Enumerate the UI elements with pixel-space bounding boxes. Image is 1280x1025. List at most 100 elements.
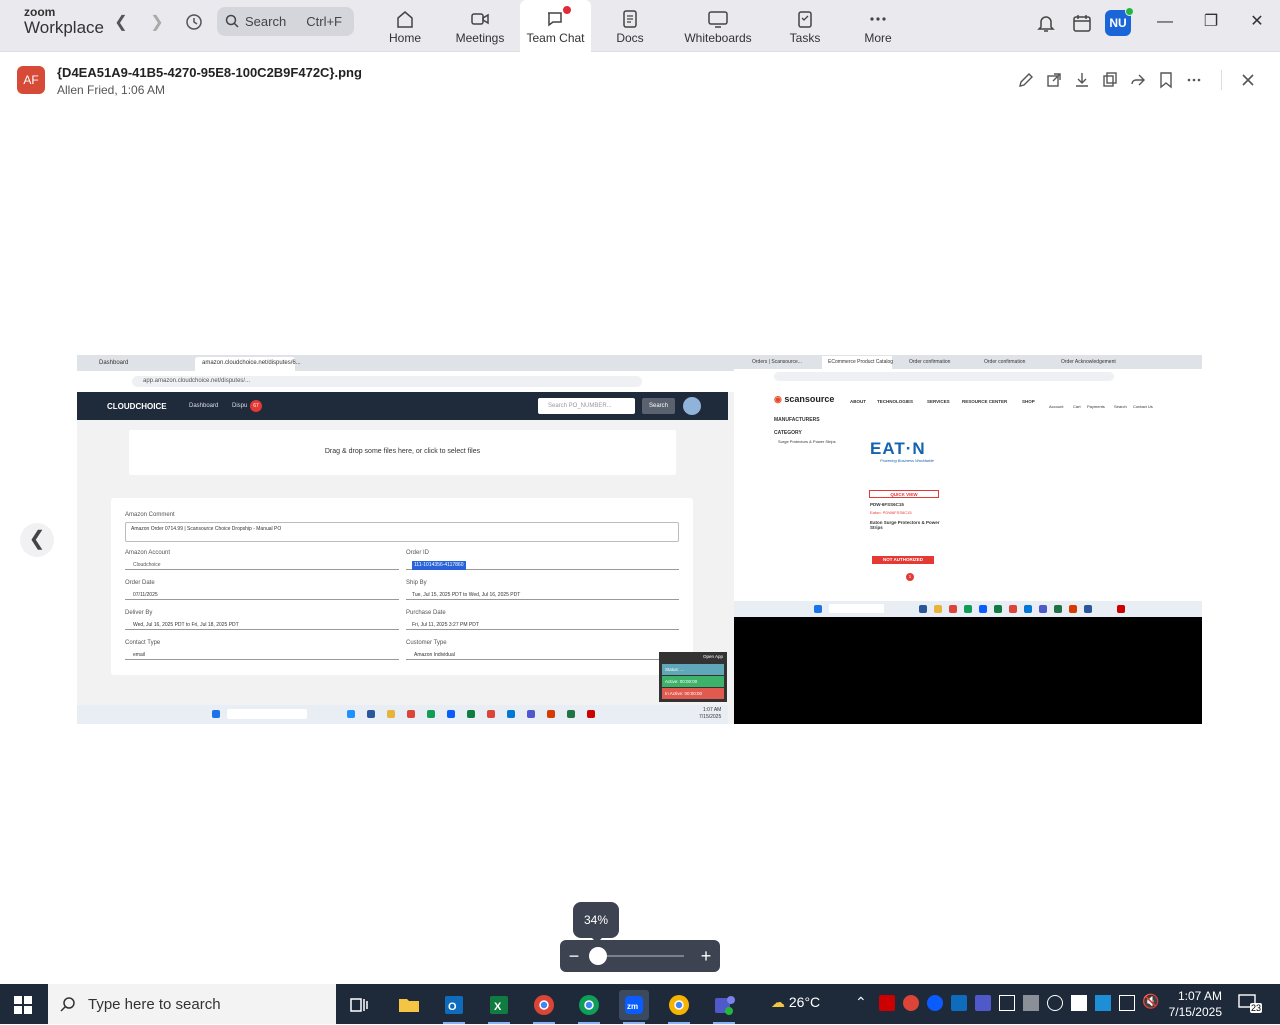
file-sender-time: Allen Fried, 1:06 AM — [57, 83, 166, 97]
right-browser-tabs: Orders | Scansource... ECommerce Product… — [734, 355, 1202, 369]
scansource-logo: ◉ scansource — [774, 394, 835, 404]
calendar-icon[interactable] — [1071, 12, 1093, 34]
task-view-icon[interactable] — [344, 990, 374, 1020]
cc-search-input: Search PO_NUMBER... — [538, 398, 635, 414]
search-box[interactable]: Search Ctrl+F — [217, 7, 354, 36]
back-arrow-icon[interactable]: ❮ — [110, 12, 132, 34]
chrome-tray-icon[interactable] — [903, 995, 919, 1011]
outlook-tray-icon[interactable] — [951, 995, 967, 1011]
weather-icon: ☁ — [771, 994, 785, 1010]
forward-arrow-icon[interactable]: ❯ — [146, 12, 168, 34]
teams-icon[interactable] — [709, 990, 739, 1024]
tray-chevron-icon[interactable]: ⌃ — [855, 994, 867, 1011]
network-off-tray-icon[interactable] — [1047, 995, 1063, 1011]
tab-team-chat[interactable]: Team Chat — [520, 0, 591, 52]
edit-icon[interactable] — [1017, 71, 1035, 89]
left-tab-1: Dashboard — [99, 360, 129, 366]
volume-muted-icon[interactable]: 🔇 — [1142, 993, 1159, 1010]
user-avatar[interactable]: NU — [1105, 7, 1134, 36]
copy-icon[interactable] — [1101, 71, 1119, 89]
svg-text:O: O — [448, 1001, 457, 1013]
windows-start-icon[interactable] — [14, 996, 32, 1014]
display-tray-icon[interactable] — [999, 995, 1015, 1011]
acrobat-tray-icon[interactable] — [879, 995, 895, 1011]
file-dropzone: Drag & drop some files here, or click to… — [129, 430, 676, 475]
chrome-profile-icon[interactable] — [574, 990, 604, 1024]
field-label-purchase-date: Purchase Date — [406, 610, 446, 616]
previous-image-button[interactable]: ❮ — [20, 523, 54, 557]
teams-tray-icon[interactable] — [975, 995, 991, 1011]
dispute-form-card: Amazon Comment Amazon Order 0714.99 | Sc… — [111, 498, 693, 675]
zoom-out-button[interactable]: − — [562, 944, 586, 968]
zoom-app-icon[interactable]: zm — [619, 990, 649, 1024]
pager-current: 1 — [906, 573, 914, 581]
zoom-slider-knob[interactable] — [588, 947, 607, 965]
zoom-tray-icon[interactable] — [927, 995, 943, 1011]
tab-meetings-label: Meetings — [455, 31, 505, 45]
image-viewer-header: AF {D4EA51A9-41B5-4270-95E8-100C2B9F472C… — [0, 52, 1280, 108]
tab-meetings[interactable]: Meetings — [450, 0, 510, 52]
tab-tasks[interactable]: Tasks — [784, 0, 826, 52]
tab-docs-label: Docs — [616, 31, 644, 45]
notification-center-icon[interactable]: 23 — [1238, 994, 1263, 1013]
download-icon[interactable] — [1073, 71, 1091, 89]
zoom-in-button[interactable]: + — [694, 944, 718, 968]
close-viewer-icon[interactable] — [1239, 71, 1257, 89]
file-explorer-icon[interactable] — [394, 990, 424, 1020]
excel-icon[interactable]: X — [484, 990, 514, 1024]
tab-home[interactable]: Home — [382, 0, 428, 52]
open-external-icon[interactable] — [1045, 71, 1063, 89]
chrome-work-icon[interactable] — [664, 990, 694, 1024]
search-label: Search — [245, 14, 287, 29]
tab-tasks-label: Tasks — [789, 31, 821, 45]
tab-more-label: More — [864, 31, 892, 45]
close-window-button[interactable]: ✕ — [1243, 10, 1271, 34]
cc-search-placeholder: Search PO_NUMBER... — [548, 403, 612, 409]
left-browser-tabs: Dashboard amazon.cloudchoice.net/dispute… — [77, 355, 734, 371]
cloudchoice-navbar: CLOUDCHOICE Dashboard Dispu 67 Search PO… — [77, 392, 728, 420]
image-preview[interactable]: Dashboard amazon.cloudchoice.net/dispute… — [77, 355, 1202, 724]
field-label-deliver-by: Deliver By — [125, 610, 153, 616]
taskbar-clock[interactable]: 1:07 AM 7/15/2025 — [1160, 988, 1222, 1020]
tab-whiteboards[interactable]: Whiteboards — [680, 0, 756, 52]
security-tray-icon[interactable] — [1023, 995, 1039, 1011]
bell-icon[interactable] — [1035, 12, 1057, 34]
field-value-ship-by: Tue, Jul 15, 2025 PDT to Wed, Jul 16, 20… — [412, 592, 521, 598]
field-value-contact-type: email — [133, 652, 145, 658]
sender-avatar[interactable]: AF — [17, 66, 45, 94]
network-tray-icon[interactable] — [1119, 995, 1135, 1011]
left-mini-taskbar: 1:07 AM 7/15/2025 — [77, 705, 728, 724]
field-value-deliver-by: Wed, Jul 16, 2025 PDT to Fri, Jul 18, 20… — [133, 622, 239, 628]
quick-view-button: QUICK VIEW — [869, 490, 939, 498]
activity-timer-widget: Open App Status: ... Active: 00:00:00 In… — [659, 652, 727, 702]
right-tab-5: Order Acknowledgement — [1061, 359, 1116, 365]
cc-search-button: Search — [642, 398, 675, 414]
bookmark-icon[interactable] — [1157, 71, 1175, 89]
cloudchoice-logo: CLOUDCHOICE — [107, 402, 167, 411]
eaton-tagline: Powering Business Worldwide — [880, 458, 934, 463]
minimize-button[interactable]: — — [1151, 10, 1179, 34]
filter-surge-protectors: Surge Protectors & Power Strips — [778, 439, 836, 444]
vpn-tray-icon[interactable] — [1095, 995, 1111, 1011]
eaton-logo: EAT·N — [870, 439, 926, 458]
outlook-icon[interactable]: O — [439, 990, 469, 1024]
user-initials: NU — [1109, 16, 1127, 30]
more-options-icon[interactable] — [1185, 71, 1203, 89]
share-icon[interactable] — [1129, 71, 1147, 89]
top-bar: zoom Workplace ❮ ❯ Search Ctrl+F Home Me… — [0, 0, 1280, 52]
file-name: {D4EA51A9-41B5-4270-95E8-100C2B9F472C}.p… — [57, 65, 362, 80]
scan-user-account: Account — [1049, 404, 1064, 409]
windows-search-box[interactable]: Type here to search — [48, 984, 336, 1024]
restore-button[interactable]: ❐ — [1197, 10, 1225, 34]
tab-more[interactable]: More — [858, 0, 898, 52]
weather-widget[interactable]: ☁ 26°C — [771, 994, 820, 1011]
amazon-comment-box — [125, 522, 679, 542]
left-address-bar: app.amazon.cloudchoice.net/disputes/... — [77, 371, 734, 392]
timer-inactive: In Active: 00:00:00 — [662, 688, 724, 699]
tab-whiteboards-label: Whiteboards — [684, 31, 752, 45]
app-tray-icon[interactable] — [1071, 995, 1087, 1011]
tab-docs[interactable]: Docs — [608, 0, 652, 52]
zoom-slider-track[interactable] — [596, 955, 684, 957]
chrome-icon[interactable] — [529, 990, 559, 1024]
history-icon[interactable] — [183, 11, 205, 33]
